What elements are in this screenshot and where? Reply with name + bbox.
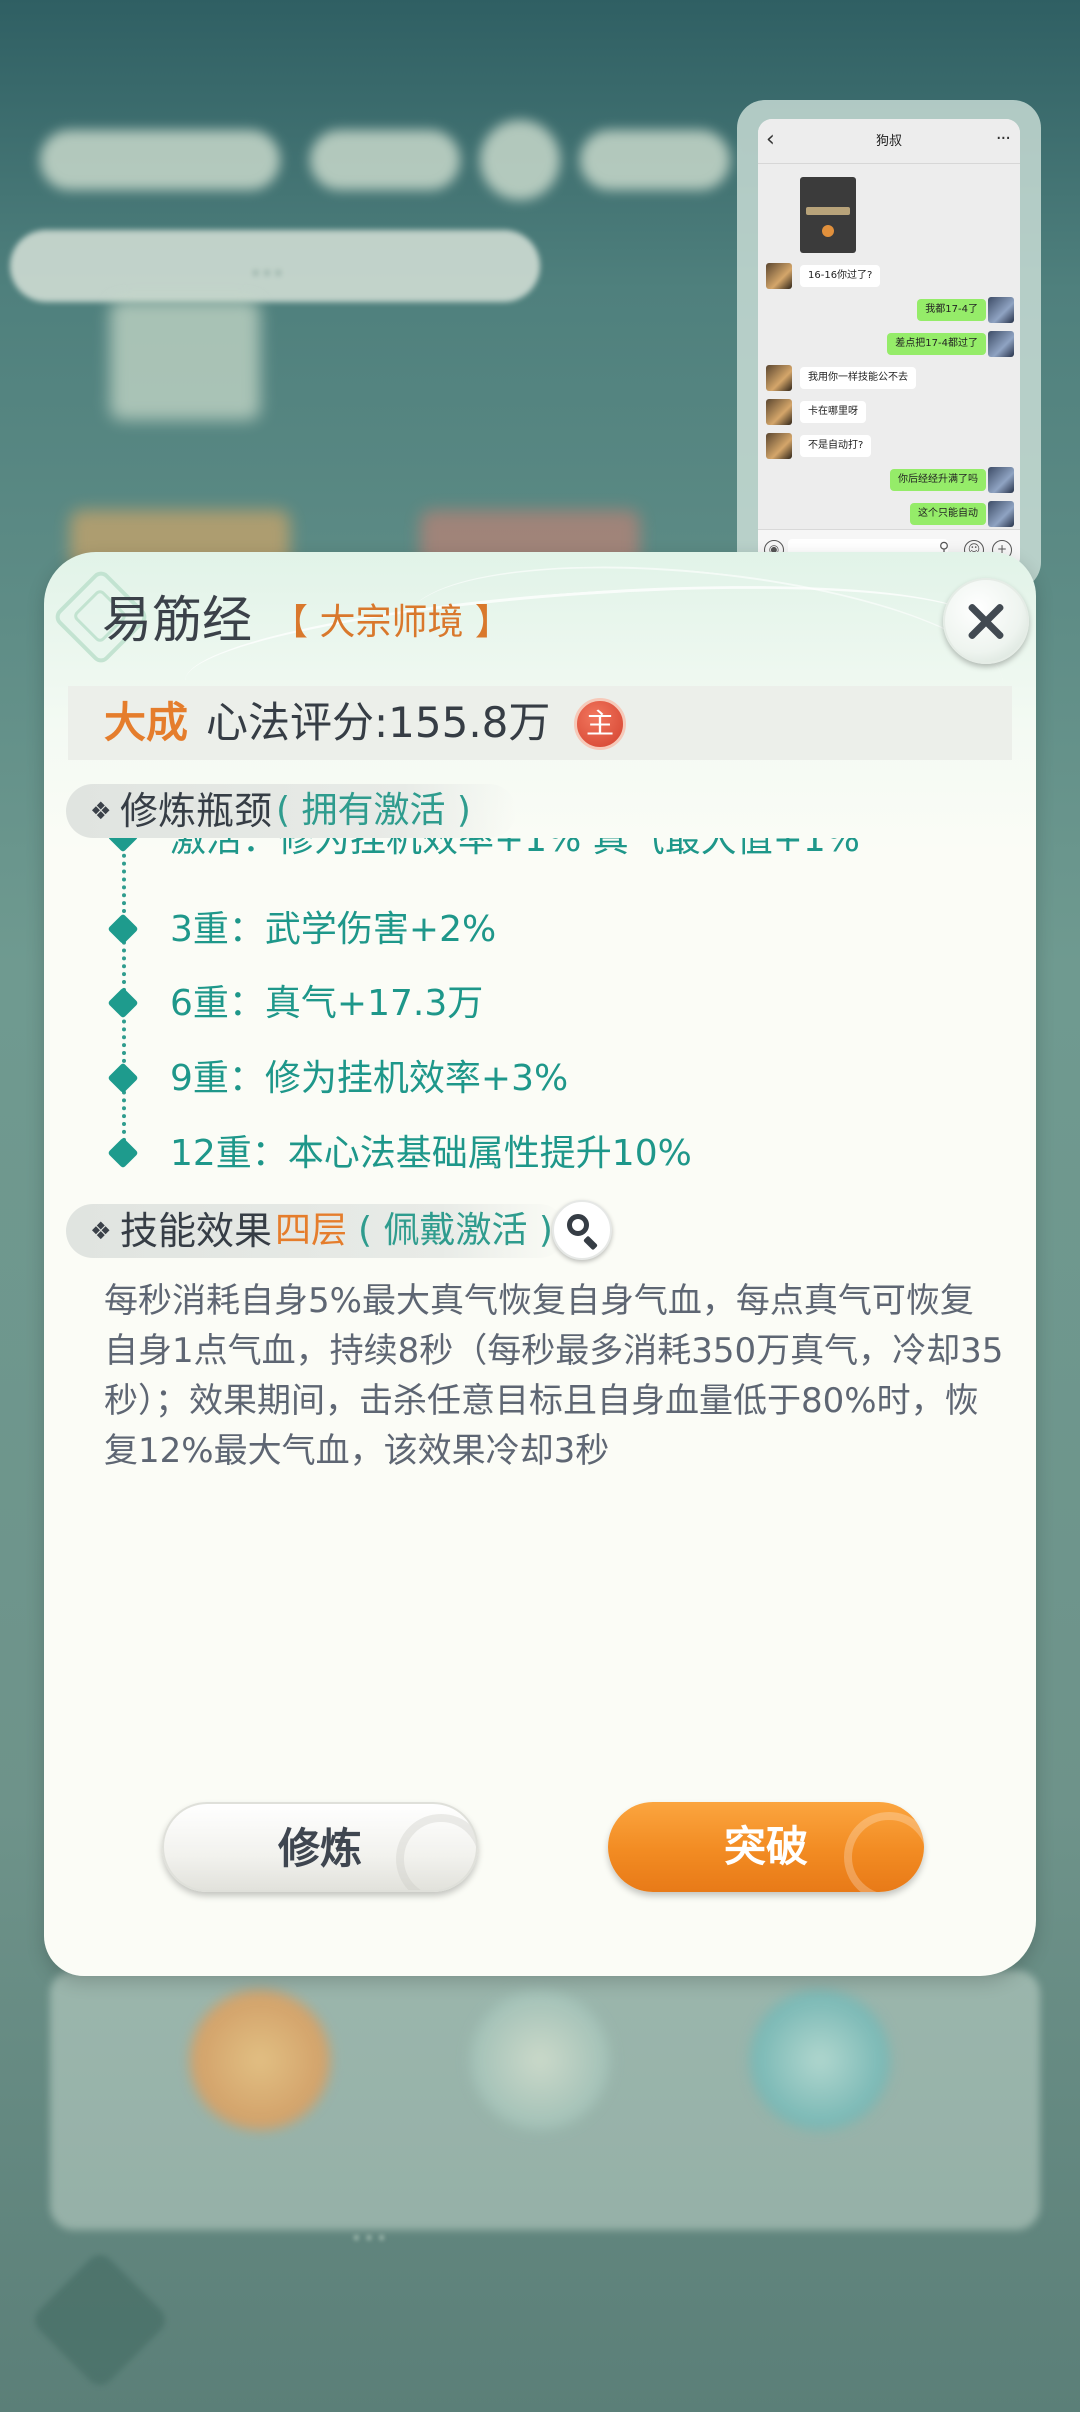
- background-top-resource-bar: [40, 120, 740, 210]
- chat-header: ‹ 狗叔 ···: [758, 119, 1020, 164]
- avatar[interactable]: [766, 365, 792, 391]
- breakthrough-button-label: 突破: [723, 1822, 808, 1871]
- list-bullet-icon: [107, 913, 139, 945]
- bonus-item: 激活：修为挂机效率+1% 真气最大值+1%: [170, 838, 860, 860]
- skill-description: 每秒消耗自身5%最大真气恢复自身气血，每点真气可恢复自身1点气血，持续8秒（每秒…: [104, 1281, 1004, 1471]
- chat-title: 狗叔: [875, 134, 902, 149]
- skill-detail-dialog: [44, 552, 1036, 1976]
- chat-message[interactable]: 差点把17-4都过了: [887, 333, 986, 355]
- avatar[interactable]: [766, 399, 792, 425]
- avatar[interactable]: [766, 263, 792, 289]
- list-bullet-icon: [107, 838, 139, 853]
- chat-message[interactable]: 你后经经升满了吗: [890, 469, 986, 491]
- train-button-label: 修炼: [277, 1824, 362, 1873]
- background-search-bar: …: [10, 230, 540, 302]
- skill-search-button[interactable]: [552, 1200, 612, 1260]
- chat-message[interactable]: 卡在哪里呀: [800, 401, 866, 423]
- dialog-title: 易筋经: [102, 591, 252, 649]
- bottleneck-list[interactable]: 激活：修为挂机效率+1% 真气最大值+1% 3重：武学伤害+2% 6重：真气+1…: [68, 838, 1012, 1178]
- list-bullet-icon: [107, 1062, 139, 1094]
- bonus-item: 3重：武学伤害+2%: [170, 909, 497, 950]
- bottleneck-status: ( 拥有激活 ): [276, 790, 471, 831]
- bonus-item: 6重：真气+17.3万: [170, 983, 484, 1024]
- close-button[interactable]: [943, 578, 1029, 664]
- train-button[interactable]: 修炼: [162, 1802, 478, 1892]
- chat-message[interactable]: 我都17-4了: [917, 299, 986, 321]
- avatar[interactable]: [988, 501, 1014, 527]
- rating-grade: 大成: [104, 698, 189, 747]
- bonus-item: 9重：修为挂机效率+3%: [170, 1058, 569, 1099]
- floating-chat-window[interactable]: ‹ 狗叔 ··· 16-16你过了? 我都17-4了 差点把17-4都过了 我用…: [758, 119, 1020, 571]
- main-badge: 主: [574, 698, 626, 750]
- background-diamond-button: [29, 2249, 171, 2391]
- breakthrough-button[interactable]: 突破: [608, 1802, 924, 1892]
- chat-message[interactable]: 16-16你过了?: [800, 265, 881, 287]
- section-diamond-icon: ❖: [90, 1217, 112, 1245]
- search-icon: [567, 1214, 589, 1236]
- realm-label: 【 大宗师境 】: [272, 602, 511, 643]
- section-diamond-icon: ❖: [90, 797, 112, 825]
- avatar[interactable]: [988, 297, 1014, 323]
- background-bottom-caption: …: [350, 2205, 388, 2249]
- chat-message[interactable]: 我用你一样技能公不去: [800, 367, 916, 389]
- avatar[interactable]: [988, 467, 1014, 493]
- avatar[interactable]: [988, 331, 1014, 357]
- bonus-item: 12重：本心法基础属性提升10%: [170, 1133, 692, 1174]
- list-bullet-icon: [107, 1137, 139, 1169]
- more-icon[interactable]: ···: [996, 128, 1011, 149]
- chat-message[interactable]: 这个只能自动: [910, 503, 986, 525]
- rating-score: 心法评分:155.8万: [206, 698, 551, 747]
- list-bullet-icon: [107, 987, 139, 1019]
- background-bottom-card: [50, 1970, 1040, 2230]
- skill-title: 技能效果: [120, 1209, 273, 1253]
- skill-status: ( 佩戴激活 ): [358, 1210, 553, 1251]
- bottleneck-title: 修炼瓶颈: [120, 789, 273, 833]
- background-item-card: [110, 300, 260, 420]
- chat-message[interactable]: 不是自动打?: [800, 435, 872, 457]
- skill-tier: 四层: [275, 1210, 348, 1251]
- avatar[interactable]: [766, 433, 792, 459]
- shared-image-thumbnail[interactable]: [800, 177, 856, 253]
